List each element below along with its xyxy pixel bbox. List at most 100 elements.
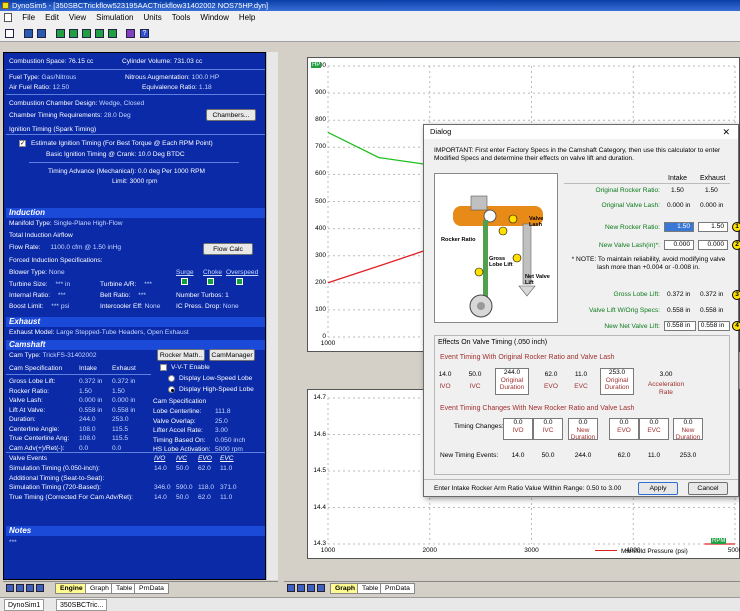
ic-press-value[interactable]: None — [223, 303, 239, 310]
num-turbos-label: Number Turbos: — [176, 292, 224, 299]
cam-intake-value[interactable]: 108.0 — [79, 425, 96, 434]
run-icon[interactable] — [56, 29, 65, 38]
new-lash-exhaust-input[interactable]: 0.000 — [698, 240, 728, 250]
y-tick-label: 14.5 — [313, 467, 326, 474]
last-tab-icon[interactable] — [317, 584, 325, 592]
cam-intake-value[interactable]: 0.372 in — [79, 377, 102, 386]
lash-note: * NOTE: To maintain reliability, avoid m… — [571, 256, 726, 271]
prev-tab-icon[interactable] — [297, 584, 305, 592]
cam-exhaust-value[interactable]: 0.000 in — [112, 396, 135, 405]
chamber-design[interactable]: Wedge, Closed — [99, 100, 144, 107]
left-scrollbar[interactable] — [266, 52, 278, 580]
valve-event-value: 118.0 — [198, 484, 215, 491]
effects-title: Effects On Valve Timing (.050 inch) — [438, 339, 548, 346]
y-tick-label: 700 — [315, 143, 326, 151]
blower-value[interactable]: None — [49, 269, 65, 276]
vvt-checkbox[interactable] — [160, 364, 167, 371]
table-icon[interactable] — [82, 29, 91, 38]
print-icon[interactable] — [108, 29, 117, 38]
nitrous-value[interactable]: 100.0 HP — [192, 74, 220, 81]
cam-exhaust-value[interactable]: 0.558 in — [112, 406, 135, 415]
new-lash-intake-input[interactable]: 0.000 — [664, 240, 694, 250]
prev-tab-icon[interactable] — [16, 584, 24, 592]
new-rocker-exhaust-input[interactable]: 1.50 — [698, 222, 728, 232]
notes-header[interactable]: Notes — [6, 526, 265, 536]
rocker-math-button[interactable]: Rocker Math.. — [157, 349, 205, 361]
menu-view[interactable]: View — [64, 11, 91, 25]
task-350sbc[interactable]: 350SBCTric... — [56, 599, 108, 611]
graph-icon[interactable] — [69, 29, 78, 38]
cam-intake-value[interactable]: 1.50 — [79, 387, 92, 396]
manifold-value[interactable]: Single-Plane High-Flow — [54, 220, 123, 227]
tab-engine[interactable]: Engine — [55, 583, 88, 594]
belt-ratio-value[interactable]: *** — [138, 292, 146, 299]
timing-change-label: New Duration — [675, 426, 701, 442]
fuel-type[interactable]: Gas/Nitrous — [42, 74, 77, 81]
cam-exhaust-value[interactable]: 115.5 — [112, 425, 128, 434]
cam-type[interactable]: TrickFS-31402002 — [42, 352, 96, 359]
taskbar: DynoSim1 350SBCTric... — [0, 597, 740, 611]
cam-spec-header: Cam Specification — [9, 365, 63, 372]
cam-exhaust-value[interactable]: 253.0 — [112, 415, 129, 424]
last-tab-icon[interactable] — [36, 584, 44, 592]
menu-help[interactable]: Help — [234, 11, 260, 25]
notes-text[interactable]: *** — [9, 538, 17, 547]
next-tab-icon[interactable] — [307, 584, 315, 592]
afr-label: Air Fuel Ratio: — [9, 84, 51, 91]
cam-intake-value[interactable]: 108.0 — [79, 434, 96, 443]
cancel-button[interactable]: Cancel — [688, 482, 728, 495]
open-icon[interactable] — [24, 29, 33, 38]
exhaust-col-header: Exhaust — [700, 175, 726, 182]
menu-file[interactable]: File — [17, 11, 40, 25]
afr-value[interactable]: 12.50 — [53, 84, 70, 91]
new-icon[interactable] — [5, 29, 14, 38]
menu-window[interactable]: Window — [195, 11, 233, 25]
new-rocker-intake-input[interactable]: 1.50 — [664, 222, 694, 232]
cam-intake-value[interactable]: 0.000 in — [79, 396, 102, 405]
close-icon[interactable]: ✕ — [722, 125, 730, 139]
high-lobe-radio[interactable] — [168, 386, 175, 393]
tab-prndata-right[interactable]: PrnData — [380, 583, 415, 594]
turbine-ar-value[interactable]: *** — [144, 281, 152, 288]
choke-label: Choke — [203, 269, 223, 276]
menu-simulation[interactable]: Simulation — [91, 11, 138, 25]
turbine-size-value[interactable]: *** in — [55, 281, 70, 288]
task-dynosim1[interactable]: DynoSim1 — [4, 599, 45, 611]
tab-prndata[interactable]: PrnData — [134, 583, 169, 594]
save-icon[interactable] — [37, 29, 46, 38]
menu-edit[interactable]: Edit — [40, 11, 64, 25]
document-icon[interactable] — [4, 13, 12, 22]
valve-event-value: 346.0 — [154, 484, 171, 491]
internal-ratio-value[interactable]: *** — [58, 292, 66, 299]
induction-header[interactable]: Induction — [6, 208, 265, 218]
exhaust-header[interactable]: Exhaust — [6, 317, 265, 327]
flow-rate-value[interactable]: 1100.0 cfm @ 1.50 inHg — [50, 244, 121, 251]
first-tab-icon[interactable] — [287, 584, 295, 592]
low-lobe-radio[interactable] — [168, 375, 175, 382]
apply-button[interactable]: Apply — [638, 482, 678, 495]
cam-intake-value[interactable]: 0.558 in — [79, 406, 102, 415]
boost-limit-value[interactable]: *** psi — [51, 303, 69, 310]
help-icon[interactable]: ? — [140, 29, 149, 38]
valve-events-header: EVO — [198, 455, 212, 462]
tab-graph[interactable]: Graph — [85, 583, 114, 594]
menu-units[interactable]: Units — [138, 11, 166, 25]
cam-exhaust-value[interactable]: 1.50 — [112, 387, 125, 396]
tools-icon[interactable] — [126, 29, 135, 38]
cam-exhaust-value[interactable]: 0.372 in — [112, 377, 135, 386]
flow-calc-button[interactable]: Flow Calc — [203, 243, 253, 255]
compare-icon[interactable] — [95, 29, 104, 38]
next-tab-icon[interactable] — [26, 584, 34, 592]
cam-exhaust-value[interactable]: 115.5 — [112, 434, 128, 443]
menu-tools[interactable]: Tools — [167, 11, 196, 25]
num-turbos-value[interactable]: 1 — [225, 292, 229, 299]
chambers-button[interactable]: Chambers... — [206, 109, 256, 121]
cammanager-button[interactable]: CamManager — [209, 349, 255, 361]
intercooler-value[interactable]: None — [145, 303, 161, 310]
timing-advance: Timing Advance (Mechanical): 0.0 deg Per… — [48, 168, 205, 175]
exhaust-model[interactable]: Large Stepped-Tube Headers, Open Exhaust — [56, 329, 188, 336]
first-tab-icon[interactable] — [6, 584, 14, 592]
tab-graph-right[interactable]: Graph — [330, 583, 361, 594]
estimate-ignition-checkbox[interactable]: ✓ — [19, 140, 26, 147]
cam-intake-value[interactable]: 244.0 — [79, 415, 96, 424]
